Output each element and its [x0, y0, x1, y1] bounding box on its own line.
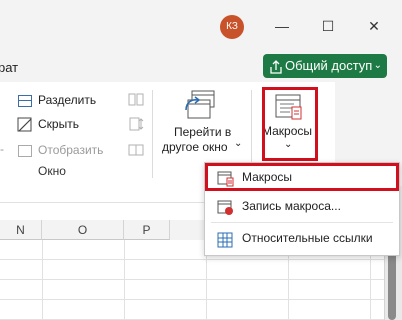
synchronous-scrolling-icon	[128, 116, 144, 137]
column-header-n[interactable]: N	[0, 220, 42, 240]
hide-button[interactable]: Скрыть	[0, 116, 100, 134]
split-icon	[18, 95, 32, 107]
menu-item-view-macros[interactable]: Макросы	[205, 163, 399, 191]
maximize-button[interactable]: ☐	[318, 16, 338, 36]
gridline	[0, 279, 384, 280]
gridline	[0, 299, 384, 300]
switch-windows-label-line1: Перейти в	[174, 125, 232, 139]
unhide-icon	[18, 145, 32, 157]
share-label: Общий доступ	[285, 58, 373, 73]
left-edge-glyph: -	[0, 142, 4, 156]
column-header-o[interactable]: O	[42, 220, 124, 240]
unhide-button: Отобразить	[0, 142, 104, 160]
window-group-label: Окно	[38, 164, 66, 178]
switch-windows-label-line2: другое окно	[162, 140, 228, 154]
menu-item-record-macro[interactable]: Запись макроса...	[205, 192, 399, 220]
gridline	[42, 240, 43, 320]
macros-dropdown-menu: Макросы Запись макроса... Относительные …	[204, 162, 400, 256]
gridline	[124, 240, 125, 320]
title-bar	[0, 0, 402, 52]
user-avatar[interactable]: КЗ	[220, 15, 244, 39]
ribbon-separator	[152, 90, 153, 178]
column-header-p[interactable]: P	[124, 220, 170, 240]
close-button[interactable]: ✕	[364, 16, 384, 36]
menu-item-highlight	[205, 163, 399, 191]
chevron-down-icon: ⌄	[373, 60, 382, 71]
tab-format[interactable]: рат	[0, 60, 18, 75]
switch-windows-icon	[182, 88, 216, 127]
reset-window-position-icon	[128, 142, 144, 163]
relative-references-icon	[217, 230, 233, 258]
chevron-down-icon: ⌄	[234, 138, 243, 149]
menu-divider	[211, 222, 393, 223]
menu-item-label: Запись макроса...	[242, 199, 341, 213]
hide-label: Скрыть	[38, 117, 79, 131]
split-label: Разделить	[38, 93, 97, 107]
unhide-label: Отобразить	[38, 143, 104, 157]
split-button[interactable]: Разделить	[0, 92, 100, 110]
menu-item-label: Относительные ссылки	[242, 231, 373, 245]
minimize-button[interactable]: —	[272, 16, 292, 36]
share-button[interactable]: Общий доступ ⌄	[263, 54, 387, 78]
gridline	[0, 259, 384, 260]
menu-item-relative-references[interactable]: Относительные ссылки	[205, 224, 399, 252]
view-side-by-side-icon	[128, 92, 144, 113]
switch-windows-button[interactable]: Перейти в другое окно ⌄	[160, 88, 243, 158]
hide-icon	[17, 117, 33, 138]
macros-button-highlight	[262, 87, 318, 161]
